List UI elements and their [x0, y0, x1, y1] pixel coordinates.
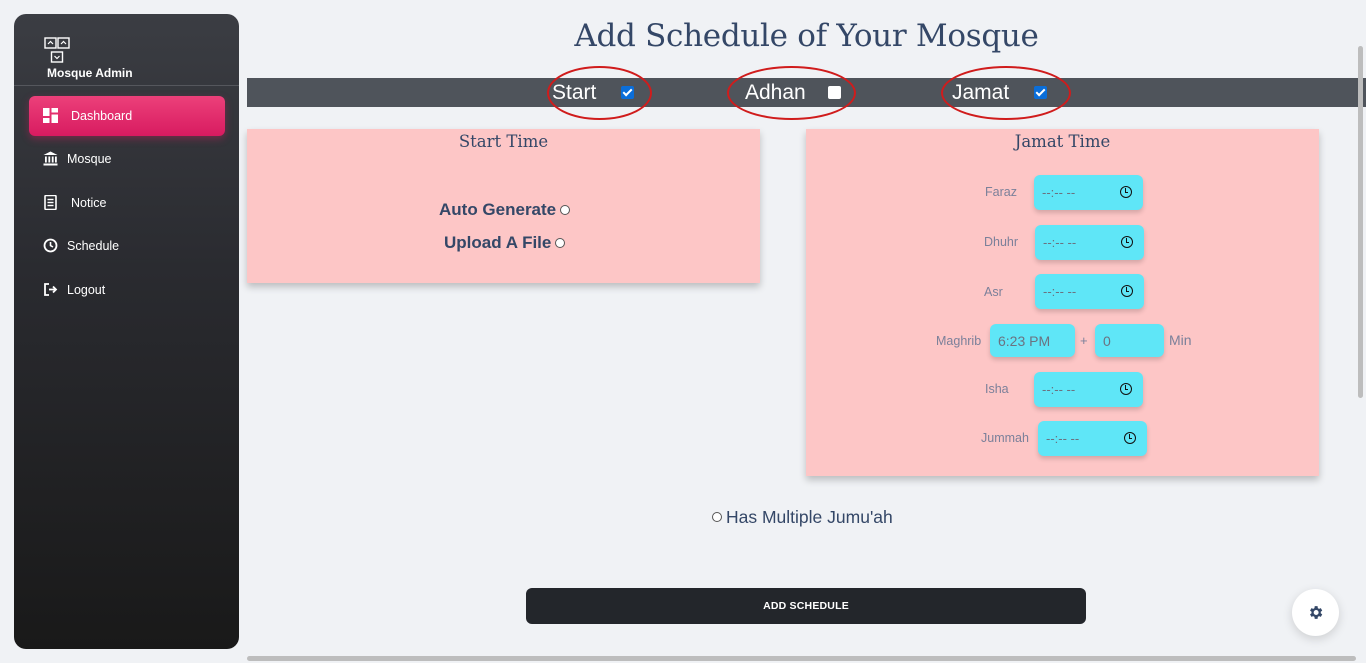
plus-sign: +	[1080, 333, 1088, 348]
vertical-scrollbar[interactable]	[1358, 46, 1363, 398]
jummah-label: Jummah	[981, 431, 1029, 445]
highlight-ring	[941, 66, 1071, 120]
maghrib-offset-value: 0	[1103, 333, 1111, 349]
dhuhr-time-input[interactable]: --:-- --	[1035, 225, 1144, 260]
dhuhr-label: Dhuhr	[984, 235, 1019, 249]
faraz-label: Faraz	[985, 185, 1017, 199]
time-placeholder: --:-- --	[1042, 185, 1076, 200]
sidebar-item-label: Mosque	[67, 152, 112, 166]
multiple-jumuah-radio[interactable]	[712, 512, 722, 523]
minutes-label: Min	[1169, 332, 1192, 348]
add-schedule-button[interactable]: ADD SCHEDULE	[526, 588, 1086, 624]
option-label: Auto Generate	[439, 200, 557, 219]
settings-button[interactable]	[1292, 589, 1339, 636]
sidebar-item-mosque[interactable]: Mosque	[29, 139, 225, 179]
maghrib-time-value: 6:23 PM	[998, 333, 1051, 349]
option-label: Upload A File	[444, 233, 552, 252]
page-title: Add Schedule of Your Mosque	[574, 18, 1039, 54]
isha-time-input[interactable]: --:-- --	[1034, 372, 1143, 407]
sidebar-item-label: Notice	[71, 196, 107, 210]
bank-icon	[43, 151, 58, 166]
sitemap-icon	[44, 37, 70, 63]
auto-generate-radio[interactable]	[560, 204, 571, 215]
highlight-ring	[727, 66, 856, 120]
option-label: Has Multiple Jumu'ah	[726, 507, 893, 527]
upload-file-radio[interactable]	[555, 237, 566, 248]
time-placeholder: --:-- --	[1043, 284, 1077, 299]
maghrib-label: Maghrib	[936, 334, 982, 348]
sidebar-item-notice[interactable]: Notice	[29, 183, 225, 223]
brand-name: Mosque Admin	[47, 66, 133, 80]
auto-generate-option[interactable]: Auto Generate	[439, 200, 571, 220]
time-placeholder: --:-- --	[1046, 431, 1080, 446]
clock-icon[interactable]	[1124, 432, 1136, 444]
gear-icon	[1310, 606, 1323, 619]
clock-icon[interactable]	[1121, 236, 1133, 248]
clock-icon[interactable]	[1120, 186, 1132, 198]
maghrib-offset-input[interactable]: 0	[1095, 324, 1164, 357]
brand[interactable]: Mosque Admin	[14, 14, 239, 86]
sidebar: Mosque Admin Dashboard Mosque Notice Sch…	[14, 14, 239, 649]
maghrib-time-input[interactable]: 6:23 PM	[990, 324, 1075, 357]
time-placeholder: --:-- --	[1042, 382, 1076, 397]
dashboard-icon	[43, 108, 58, 123]
receipt-icon	[44, 195, 57, 210]
clock-icon	[43, 238, 58, 253]
faraz-time-input[interactable]: --:-- --	[1034, 175, 1143, 210]
sidebar-item-label: Logout	[67, 283, 106, 297]
sidebar-item-label: Dashboard	[71, 109, 133, 123]
card-title: Jamat Time	[1014, 132, 1111, 151]
clock-icon[interactable]	[1121, 285, 1133, 297]
highlight-ring	[547, 66, 652, 120]
multiple-jumuah-option[interactable]: Has Multiple Jumu'ah	[712, 507, 893, 528]
horizontal-scrollbar[interactable]	[247, 656, 1356, 661]
asr-label: Asr	[984, 285, 1003, 299]
sidebar-item-logout[interactable]: Logout	[29, 270, 225, 310]
sidebar-item-dashboard[interactable]: Dashboard	[29, 96, 225, 136]
jummah-time-input[interactable]: --:-- --	[1038, 421, 1147, 456]
asr-time-input[interactable]: --:-- --	[1035, 274, 1144, 309]
logout-icon	[44, 283, 58, 296]
upload-file-option[interactable]: Upload A File	[444, 233, 566, 253]
card-title: Start Time	[458, 132, 549, 151]
start-time-card: Start Time Auto Generate Upload A File	[247, 129, 760, 283]
time-placeholder: --:-- --	[1043, 235, 1077, 250]
isha-label: Isha	[985, 382, 1009, 396]
sidebar-item-schedule[interactable]: Schedule	[29, 226, 225, 266]
sidebar-item-label: Schedule	[67, 239, 120, 253]
clock-icon[interactable]	[1120, 383, 1132, 395]
